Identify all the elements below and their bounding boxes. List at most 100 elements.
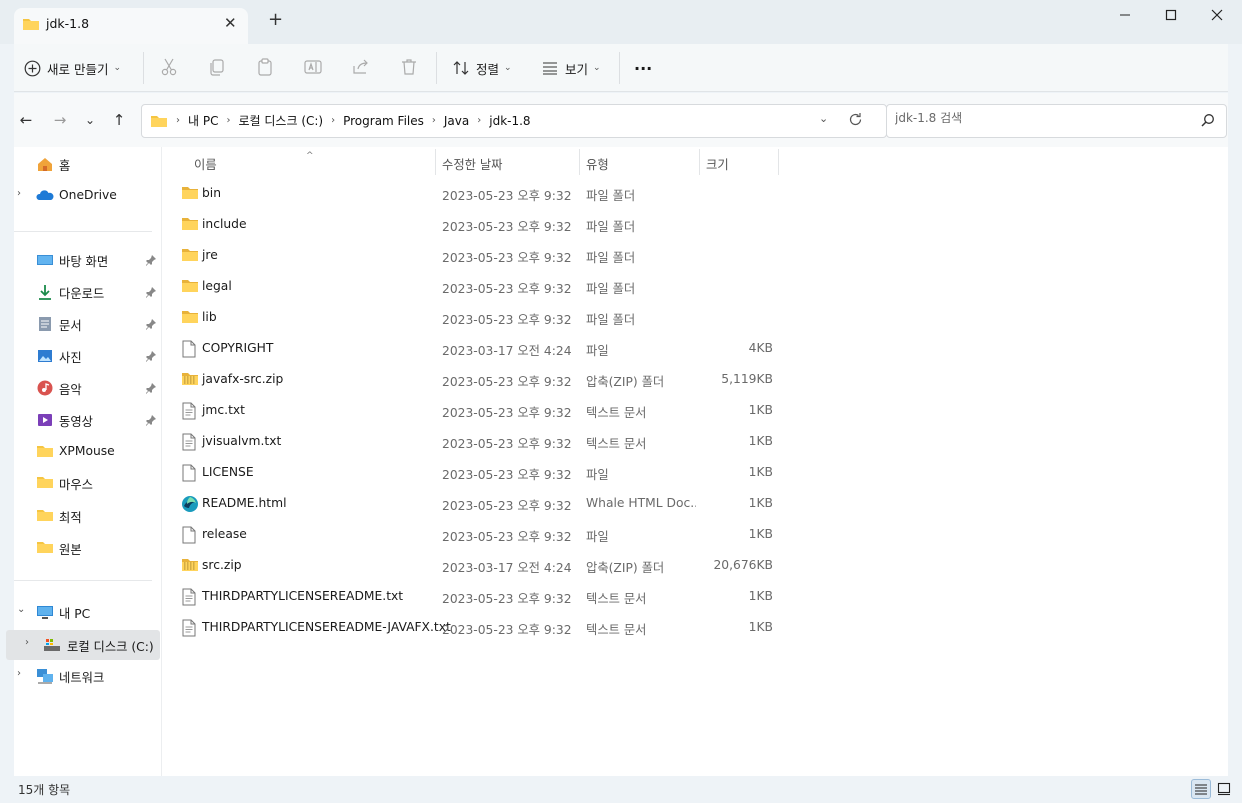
breadcrumb-java[interactable]: Java xyxy=(444,114,469,128)
maximize-button[interactable] xyxy=(1148,4,1194,26)
file-row[interactable]: THIRDPARTYLICENSEREADME-JAVAFX.txt 2023-0… xyxy=(173,612,773,643)
plus-circle-icon xyxy=(24,60,41,76)
sidebar-item-label: 바탕 화면 xyxy=(59,255,109,269)
breadcrumb-jdk[interactable]: jdk-1.8 xyxy=(489,114,530,128)
sidebar-item-onedrive[interactable]: › OneDrive xyxy=(14,182,160,210)
text-file-icon xyxy=(181,433,199,451)
breadcrumb-this-pc[interactable]: 내 PC xyxy=(188,112,218,129)
new-button[interactable]: 새로 만들기 ⌄ xyxy=(24,56,121,80)
file-row[interactable]: README.html 2023-05-23 오후 9:32 Whale HTML … xyxy=(173,488,773,519)
column-header-date[interactable]: 수정한 날짜 xyxy=(442,153,502,175)
file-row[interactable]: jvisualvm.txt 2023-05-23 오후 9:32 텍스트 문서 1KB xyxy=(173,426,773,457)
tab-close-button[interactable]: ✕ xyxy=(224,14,237,32)
sidebar-item-xpmouse[interactable]: XPMouse xyxy=(14,438,160,466)
sidebar-item-optimal[interactable]: 최적 xyxy=(14,502,160,530)
address-dropdown-icon[interactable]: ⌄ xyxy=(819,112,828,125)
file-date: 2023-05-23 오후 9:32 xyxy=(442,220,572,234)
file-row[interactable]: include 2023-05-23 오후 9:32 파일 폴더 xyxy=(173,209,773,240)
search-icon[interactable] xyxy=(1201,113,1215,130)
pin-icon[interactable] xyxy=(145,286,157,301)
file-row[interactable]: bin 2023-05-23 오후 9:32 파일 폴더 xyxy=(173,178,773,209)
column-header-size[interactable]: 크기 xyxy=(706,153,729,175)
sidebar-item-label: 내 PC xyxy=(59,607,91,621)
breadcrumb-local-disk[interactable]: 로컬 디스크 (C:) xyxy=(238,112,323,129)
more-options-button[interactable]: ··· xyxy=(634,56,652,80)
cut-icon[interactable] xyxy=(159,57,181,79)
file-row[interactable]: jre 2023-05-23 오후 9:32 파일 폴더 xyxy=(173,240,773,271)
rename-icon[interactable] xyxy=(303,57,325,79)
new-tab-button[interactable]: + xyxy=(268,11,283,29)
column-divider[interactable] xyxy=(778,149,779,175)
sidebar-item-label: 원본 xyxy=(59,543,82,557)
sidebar-item-videos[interactable]: 동영상 xyxy=(14,406,160,434)
sidebar-item-music[interactable]: 음악 xyxy=(14,374,160,402)
breadcrumb-program-files[interactable]: Program Files xyxy=(343,114,424,128)
file-name: jre xyxy=(202,248,218,262)
sort-button[interactable]: 정렬 ⌄ xyxy=(452,56,512,80)
sidebar-item-mouse[interactable]: 마우스 xyxy=(14,469,160,497)
sidebar-item-pictures[interactable]: 사진 xyxy=(14,342,160,370)
pin-icon[interactable] xyxy=(145,350,157,365)
file-type: 파일 xyxy=(586,468,609,482)
tiles-view-button[interactable] xyxy=(1214,779,1234,799)
sidebar-item-downloads[interactable]: 다운로드 xyxy=(14,278,160,306)
pin-icon[interactable] xyxy=(145,254,157,269)
tab-jdk[interactable]: jdk-1.8 ✕ xyxy=(14,8,248,44)
file-row[interactable]: jmc.txt 2023-05-23 오후 9:32 텍스트 문서 1KB xyxy=(173,395,773,426)
file-row[interactable]: javafx-src.zip 2023-05-23 오후 9:32 압축(ZIP) … xyxy=(173,364,773,395)
pin-icon[interactable] xyxy=(145,382,157,397)
file-row[interactable]: THIRDPARTYLICENSEREADME.txt 2023-05-23 오후… xyxy=(173,581,773,612)
expand-chevron-icon[interactable]: › xyxy=(25,637,29,648)
search-box[interactable] xyxy=(886,104,1227,138)
collapse-chevron-icon[interactable]: ⌄ xyxy=(17,604,25,615)
folder-icon xyxy=(181,309,199,327)
file-row[interactable]: COPYRIGHT 2023-03-17 오전 4:24 파일 4KB xyxy=(173,333,773,364)
file-type: 파일 xyxy=(586,530,609,544)
column-header-name[interactable]: 이름 ^ xyxy=(194,151,314,175)
sidebar-item-documents[interactable]: 문서 xyxy=(14,310,160,338)
pin-icon[interactable] xyxy=(145,414,157,429)
refresh-icon[interactable] xyxy=(848,109,863,131)
column-header-type[interactable]: 유형 xyxy=(586,153,609,175)
close-window-button[interactable] xyxy=(1194,4,1240,26)
folder-icon xyxy=(36,443,54,461)
file-row[interactable]: release 2023-05-23 오후 9:32 파일 1KB xyxy=(173,519,773,550)
sidebar-item-desktop[interactable]: 바탕 화면 xyxy=(14,246,160,274)
search-input[interactable] xyxy=(895,111,1185,125)
sidebar-item-network[interactable]: › 네트워크 xyxy=(14,662,160,690)
details-view-button[interactable] xyxy=(1191,779,1211,799)
up-button[interactable]: ↑ xyxy=(108,111,130,129)
sidebar-item-local-disk[interactable]: › 로컬 디스크 (C:) xyxy=(6,630,160,660)
delete-icon[interactable] xyxy=(399,57,421,79)
file-name: lib xyxy=(202,310,217,324)
column-divider[interactable] xyxy=(699,149,700,175)
sidebar-item-label: 최적 xyxy=(59,511,82,525)
file-row[interactable]: LICENSE 2023-05-23 오후 9:32 파일 1KB xyxy=(173,457,773,488)
sidebar-item-home[interactable]: 홈 xyxy=(14,150,160,178)
column-divider[interactable] xyxy=(579,149,580,175)
sidebar-item-this-pc[interactable]: ⌄ 내 PC xyxy=(14,598,160,626)
sidebar-divider xyxy=(14,231,152,232)
expand-chevron-icon[interactable]: › xyxy=(17,668,21,679)
breadcrumb-separator: › xyxy=(176,115,180,126)
pin-icon[interactable] xyxy=(145,318,157,333)
tab-title: jdk-1.8 xyxy=(46,16,90,31)
column-divider[interactable] xyxy=(435,149,436,175)
forward-button[interactable]: → xyxy=(49,111,71,129)
paste-icon[interactable] xyxy=(255,57,277,79)
minimize-button[interactable] xyxy=(1102,4,1148,26)
file-row[interactable]: lib 2023-05-23 오후 9:32 파일 폴더 xyxy=(173,302,773,333)
column-header-label: 이름 xyxy=(194,158,217,172)
view-button[interactable]: 보기 ⌄ xyxy=(541,56,601,80)
back-button[interactable]: ← xyxy=(15,111,37,129)
documents-icon xyxy=(36,315,54,333)
file-row[interactable]: src.zip 2023-03-17 오전 4:24 압축(ZIP) 폴더 20,67… xyxy=(173,550,773,581)
expand-chevron-icon[interactable]: › xyxy=(17,188,21,199)
file-row[interactable]: legal 2023-05-23 오후 9:32 파일 폴더 xyxy=(173,271,773,302)
copy-icon[interactable] xyxy=(207,57,229,79)
file-date: 2023-05-23 오후 9:32 xyxy=(442,189,572,203)
recent-locations-button[interactable]: ⌄ xyxy=(79,113,101,127)
address-bar[interactable]: › 내 PC › 로컬 디스크 (C:) › Program Files › J… xyxy=(141,104,887,138)
share-icon[interactable] xyxy=(351,57,373,79)
sidebar-item-original[interactable]: 원본 xyxy=(14,534,160,562)
